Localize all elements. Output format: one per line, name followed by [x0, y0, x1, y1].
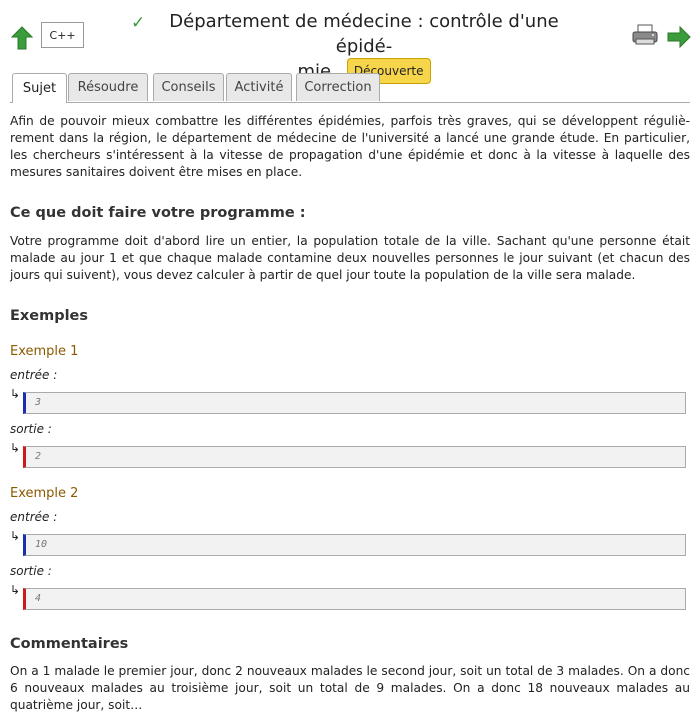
example-2-output: 4 — [23, 588, 686, 610]
arrow-up-icon[interactable] — [10, 26, 34, 54]
examples-heading: Exemples — [10, 308, 89, 324]
check-icon: ✓ — [131, 13, 146, 33]
example-1-output: 2 — [23, 446, 686, 468]
language-button[interactable]: C++ — [41, 22, 84, 48]
example-1-title: Exemple 1 — [10, 344, 79, 359]
printer-icon[interactable] — [632, 24, 658, 50]
return-arrow-icon: ↳ — [10, 529, 21, 543]
return-arrow-icon: ↳ — [10, 387, 21, 401]
task-paragraph: Votre programme doit d'abord lire un ent… — [10, 234, 690, 282]
top-bar: C++ ✓ Département de médecine : contrôle… — [0, 0, 698, 84]
tab-correction[interactable]: Correction — [296, 73, 380, 101]
intro-paragraph: Afin de pouvoir mieux combattre les diff… — [10, 114, 690, 179]
return-arrow-icon: ↳ — [10, 441, 21, 455]
comments-heading: Commentaires — [10, 636, 129, 652]
example-2-output-label: sortie : — [10, 564, 52, 578]
title-line-1: Département de médecine : contrôle d'une… — [169, 11, 559, 57]
example-1-input-label: entrée : — [10, 368, 58, 382]
tab-activite[interactable]: Activité — [226, 73, 292, 101]
tab-bar: Sujet Résoudre Conseils Activité Correct… — [10, 72, 690, 103]
example-2-output-row: ↳ 4 — [10, 583, 690, 612]
tab-resoudre[interactable]: Résoudre — [68, 73, 148, 101]
example-2-input-row: ↳ 10 — [10, 529, 690, 558]
arrow-right-icon[interactable] — [667, 25, 691, 52]
task-heading: Ce que doit faire votre programme : — [10, 205, 306, 221]
example-1-input-row: ↳ 3 — [10, 387, 690, 416]
tab-conseils[interactable]: Conseils — [153, 73, 224, 101]
return-arrow-icon: ↳ — [10, 583, 21, 597]
example-1-output-label: sortie : — [10, 422, 52, 436]
example-1-output-row: ↳ 2 — [10, 441, 690, 470]
example-1-input: 3 — [23, 392, 686, 414]
example-2-input: 10 — [23, 534, 686, 556]
example-2-input-label: entrée : — [10, 510, 58, 524]
tab-sujet[interactable]: Sujet — [12, 73, 67, 103]
comments-paragraph: On a 1 malade le premier jour, donc 2 no… — [10, 664, 690, 712]
example-2-title: Exemple 2 — [10, 486, 79, 501]
